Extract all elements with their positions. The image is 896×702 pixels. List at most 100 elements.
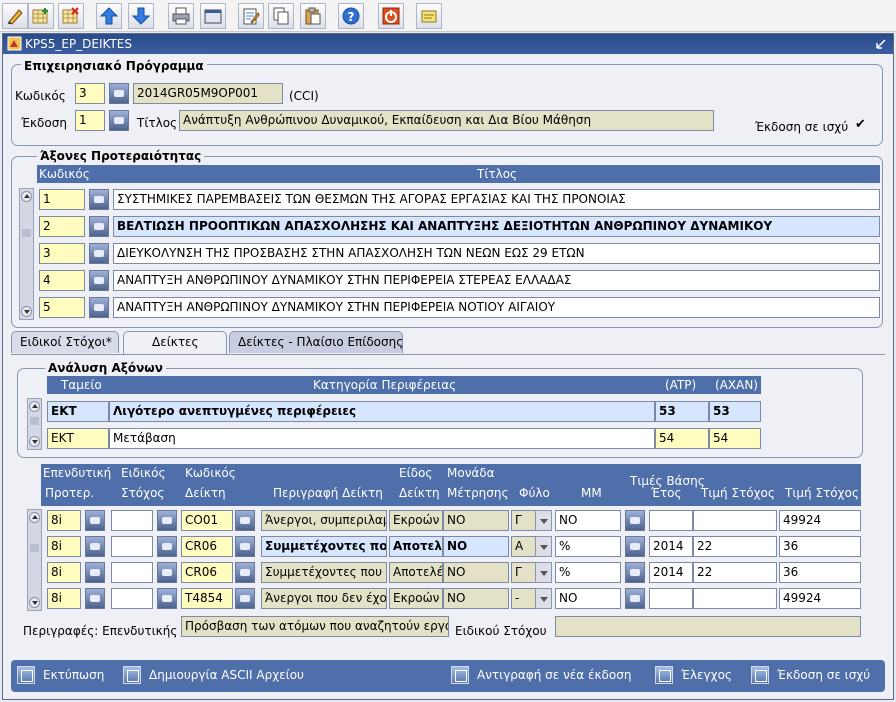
indicator-description-field[interactable]: Άνεργοι, συμπεριλαμ <box>261 510 387 531</box>
notes-icon[interactable] <box>416 3 442 29</box>
measurement-unit-field[interactable]: ΝΟ <box>443 536 509 557</box>
priority-lov-button[interactable] <box>85 562 105 583</box>
priority-lov-button[interactable] <box>85 510 105 531</box>
priority-field[interactable]: 8i <box>47 510 81 531</box>
target-value-field[interactable]: 49924 <box>779 510 861 531</box>
base-target-field[interactable]: 22 <box>693 562 777 583</box>
axis-title-field[interactable]: ΒΕΛΤΙΩΣΗ ΠΡΟΟΠΤΙΚΩΝ ΑΠΑΣΧΟΛΗΣΗΣ ΚΑΙ ΑΝΑΠ… <box>113 216 880 237</box>
priority-lov-button[interactable] <box>85 588 105 609</box>
exit-power-icon[interactable] <box>378 3 404 29</box>
tab-special-goals[interactable]: Ειδικοί Στόχοι* <box>11 331 119 353</box>
edit-pencil-icon[interactable] <box>2 3 28 29</box>
window-icon[interactable] <box>200 3 226 29</box>
analysis-fund-field[interactable]: ΕΚΤ <box>47 428 109 449</box>
goal-lov-button[interactable] <box>157 588 177 609</box>
base-target-field[interactable] <box>693 510 777 531</box>
indicator-lov-button[interactable] <box>235 536 255 557</box>
goal-lov-button[interactable] <box>157 510 177 531</box>
special-goal-field[interactable] <box>111 562 153 583</box>
axis-title-field[interactable]: ΑΝΑΠΤΥΞΗ ΑΝΘΡΩΠΙΝΟΥ ΔΥΝΑΜΙΚΟΥ ΣΤΗΝ ΠΕΡΙΦ… <box>113 297 880 318</box>
indicator-lov-button[interactable] <box>235 510 255 531</box>
target-value-field[interactable]: 49924 <box>779 588 861 609</box>
axis-code-field[interactable]: 5 <box>39 297 85 318</box>
indicator-code-field[interactable]: T4854 <box>181 588 233 609</box>
axes-scrollbar[interactable] <box>19 188 34 320</box>
analysis-fund-field[interactable]: ΕΚΤ <box>47 401 109 422</box>
axis-code-field[interactable]: 3 <box>39 243 85 264</box>
measurement-unit-field[interactable]: ΝΟ <box>443 588 509 609</box>
analysis-axan-field[interactable]: 54 <box>709 428 761 449</box>
add-record-icon[interactable] <box>28 3 54 29</box>
help-icon[interactable]: ? <box>338 3 364 29</box>
axis-lov-button[interactable] <box>89 297 109 318</box>
indicator-description-field[interactable]: Συμμετέχοντες που κ <box>261 562 387 583</box>
axis-lov-button[interactable] <box>89 189 109 210</box>
sex-dropdown-chevron-icon[interactable] <box>535 562 552 583</box>
indicator-code-field[interactable]: CR06 <box>181 536 233 557</box>
cci-field[interactable]: 2014GR05M9OP001 <box>133 83 283 104</box>
axis-title-field[interactable]: ΔΙΕΥΚΟΛΥΝΣΗ ΤΗΣ ΠΡΟΣΒΑΣΗΣ ΣΤΗΝ ΑΠΑΣΧΟΛΗΣ… <box>113 243 880 264</box>
mm-lov-button[interactable] <box>625 588 645 609</box>
mm-field[interactable]: NO <box>555 588 621 609</box>
copy-icon[interactable] <box>268 3 294 29</box>
goal-lov-button[interactable] <box>157 536 177 557</box>
indicator-lov-button[interactable] <box>235 562 255 583</box>
special-goal-field[interactable] <box>111 536 153 557</box>
special-goal-field[interactable] <box>111 510 153 531</box>
axis-code-field[interactable]: 4 <box>39 270 85 291</box>
priority-field[interactable]: 8i <box>47 588 81 609</box>
mm-field[interactable]: % <box>555 562 621 583</box>
measurement-unit-field[interactable]: ΝΟ <box>443 510 509 531</box>
program-title-field[interactable]: Ανάπτυξη Ανθρώπινου Δυναμικού, Εκπαίδευσ… <box>179 110 714 131</box>
base-target-field[interactable] <box>693 588 777 609</box>
delete-record-icon[interactable] <box>58 3 84 29</box>
print-icon[interactable] <box>168 3 194 29</box>
arrow-up-icon[interactable] <box>96 3 122 29</box>
indicator-code-field[interactable]: CO01 <box>181 510 233 531</box>
priority-field[interactable]: 8i <box>47 562 81 583</box>
program-code-field[interactable]: 3 <box>75 83 105 104</box>
axis-lov-button[interactable] <box>89 243 109 264</box>
axis-lov-button[interactable] <box>89 270 109 291</box>
mm-field[interactable]: % <box>555 536 621 557</box>
sex-dropdown-chevron-icon[interactable] <box>535 588 552 609</box>
indicator-code-field[interactable]: CR06 <box>181 562 233 583</box>
analysis-axan-field[interactable]: 53 <box>709 401 761 422</box>
priority-lov-button[interactable] <box>85 536 105 557</box>
analysis-atp-field[interactable]: 54 <box>655 428 709 449</box>
sex-dropdown-chevron-icon[interactable] <box>535 510 552 531</box>
goal-lov-button[interactable] <box>157 562 177 583</box>
indicator-type-field[interactable]: Εκροών <box>389 588 443 609</box>
base-year-field[interactable]: 2014 <box>649 536 693 557</box>
base-year-field[interactable] <box>649 510 693 531</box>
target-value-field[interactable]: 36 <box>779 536 861 557</box>
minimize-icon[interactable] <box>875 38 887 50</box>
version-lov-button[interactable] <box>109 110 129 131</box>
measurement-unit-field[interactable]: ΝΟ <box>443 562 509 583</box>
indicator-description-field[interactable]: Συμμετέχοντες που <box>261 536 387 557</box>
investment-description-field[interactable]: Πρόσβαση των ατόμων που αναζητούν εργα <box>181 616 449 637</box>
analysis-scrollbar[interactable] <box>27 398 42 450</box>
axis-title-field[interactable]: ΣΥΣΤΗΜΙΚΕΣ ΠΑΡΕΜΒΑΣΕΙΣ ΤΩΝ ΘΕΣΜΩΝ ΤΗΣ ΑΓ… <box>113 189 880 210</box>
axis-code-field[interactable]: 2 <box>39 216 85 237</box>
mm-lov-button[interactable] <box>625 536 645 557</box>
indicator-type-field[interactable]: Αποτελ <box>389 536 443 557</box>
axis-lov-button[interactable] <box>89 216 109 237</box>
target-value-field[interactable]: 36 <box>779 562 861 583</box>
analysis-atp-field[interactable]: 53 <box>655 401 709 422</box>
in-force-checkbox[interactable]: ✔ <box>855 117 866 132</box>
program-code-lov-button[interactable] <box>109 83 129 104</box>
tab-performance-indicators[interactable]: Δείκτες - Πλαίσιο Επίδοσης <box>229 331 403 353</box>
special-goal-field[interactable] <box>111 588 153 609</box>
base-year-field[interactable] <box>649 588 693 609</box>
indicator-type-field[interactable]: Εκροών <box>389 510 443 531</box>
indicator-description-field[interactable]: Άνεργοι που δεν έχοι <box>261 588 387 609</box>
mm-lov-button[interactable] <box>625 562 645 583</box>
axis-code-field[interactable]: 1 <box>39 189 85 210</box>
analysis-region-field[interactable]: Λιγότερο ανεπτυγμένες περιφέρειες <box>109 401 655 422</box>
base-target-field[interactable]: 22 <box>693 536 777 557</box>
indicators-scrollbar[interactable] <box>27 509 42 611</box>
priority-field[interactable]: 8i <box>47 536 81 557</box>
edit-document-icon[interactable] <box>238 3 264 29</box>
indicator-type-field[interactable]: Αποτελέ <box>389 562 443 583</box>
